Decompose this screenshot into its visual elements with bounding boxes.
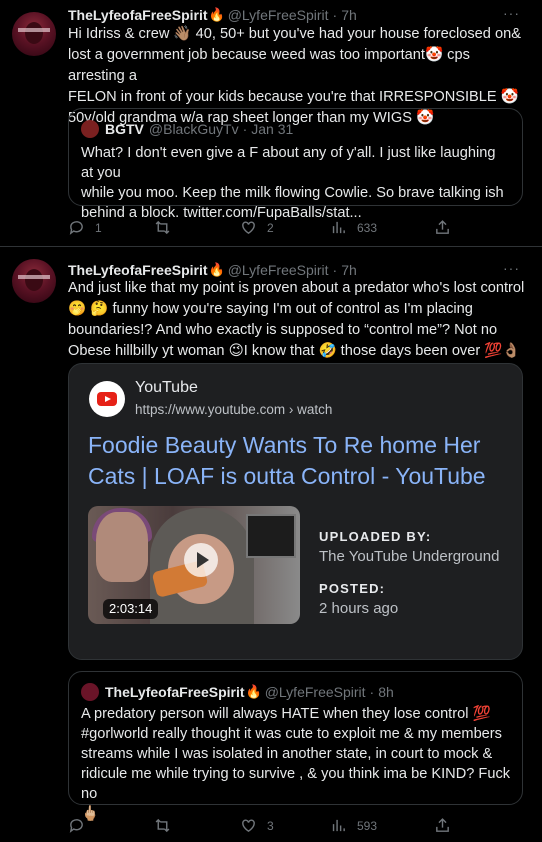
tweet-text-line: 🤭 🤔 funny how you're saying I'm out of c… [68, 301, 473, 317]
reply-count: 1 [95, 220, 102, 235]
quoted-text-line: ridicule me while trying to survive , & … [81, 766, 511, 802]
reply-button[interactable] [68, 817, 95, 834]
views-count: 593 [357, 818, 378, 833]
quoted-text-line: streams while I was isolated in another … [81, 746, 493, 762]
reply-icon [69, 819, 83, 833]
like-icon [242, 819, 255, 833]
tweet-text: And just like that my point is proven ab… [68, 278, 530, 362]
card-title[interactable]: Foodie Beauty Wants To Re home Her Cats … [88, 430, 508, 492]
quoted-text-line: while you moo. Keep the milk flowing Cow… [81, 185, 504, 201]
views-icon [332, 221, 345, 234]
like-count: 3 [267, 818, 274, 833]
tweet-text-line: And just like that my point is proven ab… [68, 280, 525, 296]
author-name[interactable]: TheLyfeofaFreeSpirit [68, 262, 208, 278]
tweet-text-line: Obese hillbilly yt woman 😉I know that 🤣 … [68, 343, 521, 359]
tweet-text-line: Hi Idriss & crew 👋🏽 40, 50+ but you've h… [68, 26, 521, 42]
separator-dot: · [332, 7, 338, 23]
retweet-icon [155, 220, 170, 235]
quoted-tweet-time: Jan 31 [251, 121, 294, 137]
quoted-tweet-header: BGTV @BlackGuyTv · Jan 31 [81, 120, 293, 138]
youtube-logo-icon [89, 381, 125, 417]
tweet-time[interactable]: 7h [341, 262, 357, 278]
quoted-avatar [81, 683, 99, 701]
reply-icon [69, 221, 83, 235]
author-name[interactable]: TheLyfeofaFreeSpirit [68, 7, 208, 23]
quoted-text-line: What? I don't even give a F about any of… [81, 145, 496, 181]
share-icon [436, 818, 449, 832]
quoted-tweet-header: TheLyfeofaFreeSpirit 🔥 @LyfeFreeSpirit · … [81, 683, 394, 701]
like-count: 2 [267, 220, 274, 235]
tweet-actions: 1 2 633 [68, 219, 468, 239]
author-handle[interactable]: @LyfeFreeSpirit [228, 7, 329, 23]
tweet-text-line: boundaries!? And who exactly is supposed… [68, 322, 498, 338]
like-icon [242, 221, 255, 235]
share-button[interactable] [434, 817, 451, 834]
like-button[interactable]: 2 [240, 219, 274, 236]
separator-dot: · [369, 684, 375, 700]
quoted-text-line: #gorlworld really thought it was cute to… [81, 726, 502, 742]
youtube-link-card[interactable]: YouTube https://www.youtube.com › watch … [68, 363, 523, 660]
play-icon[interactable] [184, 543, 218, 577]
views-button[interactable]: 633 [330, 219, 377, 236]
quoted-author-name: BGTV [105, 121, 144, 137]
fire-emoji-icon: 🔥 [208, 262, 225, 277]
tweet-header: TheLyfeofaFreeSpirit 🔥 @LyfeFreeSpirit · … [68, 260, 357, 280]
views-count: 633 [357, 220, 378, 235]
quoted-tweet-text: A predatory person will always HATE when… [81, 704, 511, 824]
more-options-icon[interactable]: ··· [503, 260, 520, 276]
more-options-icon[interactable]: ··· [503, 5, 520, 21]
card-url: https://www.youtube.com › watch [135, 402, 333, 417]
tweet-header: TheLyfeofaFreeSpirit 🔥 @LyfeFreeSpirit · … [68, 5, 357, 25]
share-button[interactable] [434, 219, 451, 236]
fire-emoji-icon: 🔥 [245, 684, 262, 699]
share-icon [436, 220, 449, 234]
author-handle[interactable]: @LyfeFreeSpirit [228, 262, 329, 278]
posted-label: POSTED: [319, 581, 386, 596]
quoted-tweet-text: What? I don't even give a F about any of… [81, 143, 511, 223]
video-duration: 2:03:14 [103, 599, 159, 619]
fire-emoji-icon: 🔥 [208, 7, 225, 22]
views-icon [332, 819, 345, 832]
video-thumbnail[interactable]: 2:03:14 [88, 506, 300, 624]
uploaded-by-value: The YouTube Underground [319, 548, 500, 565]
quoted-author-handle: @BlackGuyTv [148, 121, 239, 137]
posted-value: 2 hours ago [319, 600, 399, 617]
tweet-actions: 3 593 [68, 817, 468, 837]
avatar[interactable] [12, 259, 56, 303]
retweet-button[interactable] [154, 817, 181, 834]
quoted-text-line: A predatory person will always HATE when… [81, 706, 491, 722]
card-site-name: YouTube [135, 379, 198, 396]
tweet-2[interactable]: TheLyfeofaFreeSpirit 🔥 @LyfeFreeSpirit · … [0, 248, 542, 842]
reply-button[interactable]: 1 [68, 219, 102, 236]
retweet-button[interactable] [154, 219, 181, 236]
avatar[interactable] [12, 12, 56, 56]
separator-dot: · [332, 262, 338, 278]
quoted-avatar [81, 120, 99, 138]
tweet-time[interactable]: 7h [341, 7, 357, 23]
quoted-tweet[interactable]: TheLyfeofaFreeSpirit 🔥 @LyfeFreeSpirit · … [68, 671, 523, 822]
tweet-text-line: FELON in front of your kids because you'… [68, 89, 519, 105]
views-button[interactable]: 593 [330, 817, 377, 834]
quoted-tweet-time: 8h [378, 684, 394, 700]
uploaded-by-label: UPLOADED BY: [319, 529, 432, 544]
tweet-text-line: lost a government job because weed was t… [68, 47, 470, 84]
retweet-icon [155, 818, 170, 833]
like-button[interactable]: 3 [240, 817, 274, 834]
tweet-1[interactable]: TheLyfeofaFreeSpirit 🔥 @LyfeFreeSpirit · … [0, 0, 542, 247]
separator-dot: · [242, 121, 248, 137]
quoted-tweet[interactable]: BGTV @BlackGuyTv · Jan 31 What? I don't … [68, 108, 523, 221]
quoted-author-handle: @LyfeFreeSpirit [264, 684, 366, 700]
quoted-author-name: TheLyfeofaFreeSpirit [105, 684, 245, 700]
